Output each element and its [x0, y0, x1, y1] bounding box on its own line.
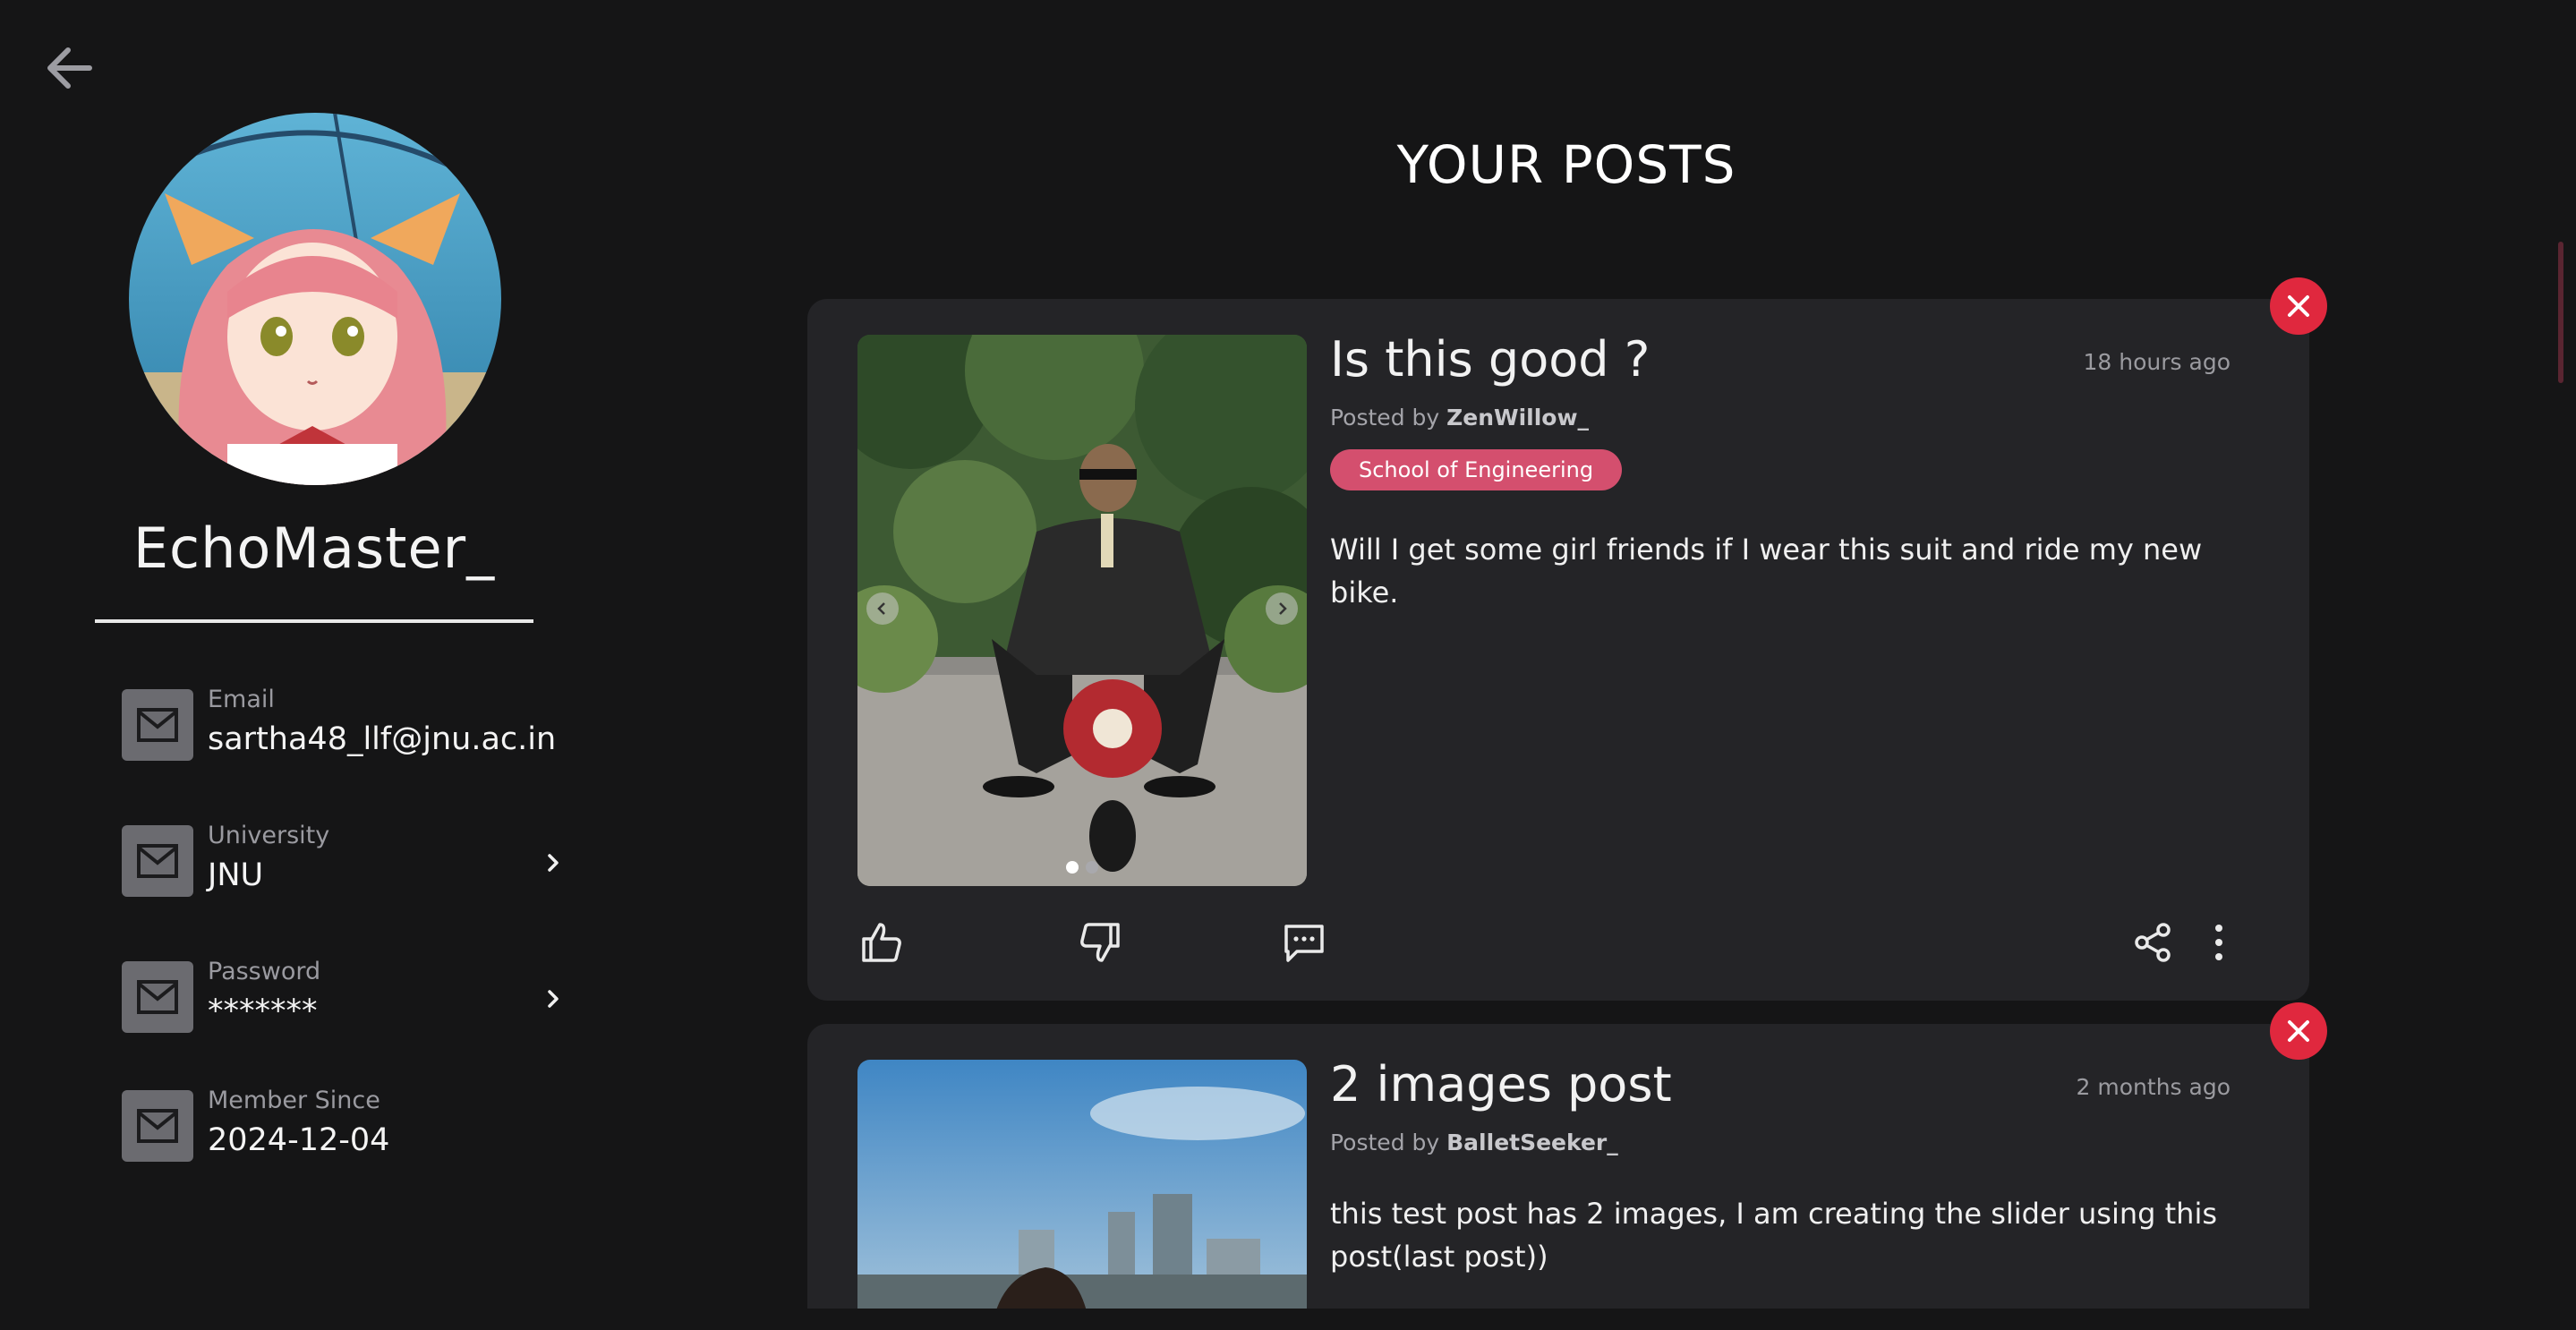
post-card: 2 images post 2 months ago Posted by Bal… [807, 1024, 2309, 1309]
post-image [857, 335, 1307, 886]
post-card: Is this good ? 18 hours ago Posted by Ze… [807, 299, 2309, 1001]
chevron-right-icon[interactable] [539, 848, 567, 877]
profile-password-row[interactable]: Password ******* [122, 958, 587, 1038]
post-image-slider[interactable] [857, 335, 1307, 886]
slider-dots [857, 861, 1307, 874]
thumbs-up-icon[interactable] [856, 917, 908, 968]
back-arrow-icon[interactable] [39, 36, 104, 100]
slider-next-button[interactable] [1266, 593, 1298, 625]
mail-icon [122, 1090, 193, 1162]
delete-post-button[interactable] [2270, 277, 2327, 335]
close-icon [2288, 295, 2309, 317]
post-title[interactable]: Is this good ? [1330, 331, 1650, 388]
close-icon [2288, 1020, 2309, 1042]
delete-post-button[interactable] [2270, 1002, 2327, 1060]
username-divider [95, 619, 533, 623]
mail-icon [122, 689, 193, 761]
share-icon[interactable] [2127, 917, 2179, 968]
chevron-right-icon[interactable] [539, 985, 567, 1013]
profile-username: EchoMaster_ [132, 516, 496, 581]
profile-member-since-row: Member Since 2024-12-04 [122, 1087, 587, 1167]
post-author-line: Posted by ZenWillow_ [1330, 405, 1589, 431]
post-image-slider[interactable] [857, 1060, 1307, 1309]
post-timestamp: 18 hours ago [2083, 349, 2231, 375]
posted-by-label: Posted by [1330, 1130, 1440, 1155]
avatar [129, 113, 501, 485]
post-author[interactable]: BalletSeeker_ [1446, 1130, 1618, 1155]
post-author[interactable]: ZenWillow_ [1446, 405, 1589, 431]
profile-email-row: Email sartha48_llf@jnu.ac.in [122, 686, 587, 766]
mail-icon [122, 961, 193, 1033]
slider-dot[interactable] [1086, 861, 1098, 874]
slider-dot[interactable] [1066, 861, 1079, 874]
post-body: this test post has 2 images, I am creati… [1330, 1197, 2217, 1274]
slider-prev-button[interactable] [866, 593, 899, 625]
post-image [857, 1060, 1307, 1309]
post-timestamp: 2 months ago [2076, 1074, 2231, 1100]
more-vertical-icon[interactable] [2193, 917, 2245, 968]
password-value: ******* [208, 993, 318, 1029]
member-since-value: 2024-12-04 [208, 1122, 390, 1158]
university-label: University [208, 822, 330, 849]
post-title[interactable]: 2 images post [1330, 1056, 1672, 1113]
thumbs-down-icon[interactable] [1074, 917, 1126, 968]
posted-by-label: Posted by [1330, 405, 1440, 431]
university-value: JNU [208, 857, 264, 893]
comment-icon[interactable] [1278, 917, 1330, 968]
post-body: Will I get some girl friends if I wear t… [1330, 533, 2203, 610]
email-value: sartha48_llf@jnu.ac.in [208, 721, 557, 757]
profile-university-row[interactable]: University JNU [122, 822, 587, 902]
page-title: YOUR POSTS [1396, 134, 1736, 195]
scrollbar-thumb[interactable] [2558, 242, 2563, 383]
post-author-line: Posted by BalletSeeker_ [1330, 1130, 1618, 1155]
mail-icon [122, 825, 193, 897]
post-tag-badge[interactable]: School of Engineering [1330, 449, 1623, 490]
password-label: Password [208, 958, 321, 985]
member-since-label: Member Since [208, 1087, 380, 1114]
email-label: Email [208, 686, 275, 713]
